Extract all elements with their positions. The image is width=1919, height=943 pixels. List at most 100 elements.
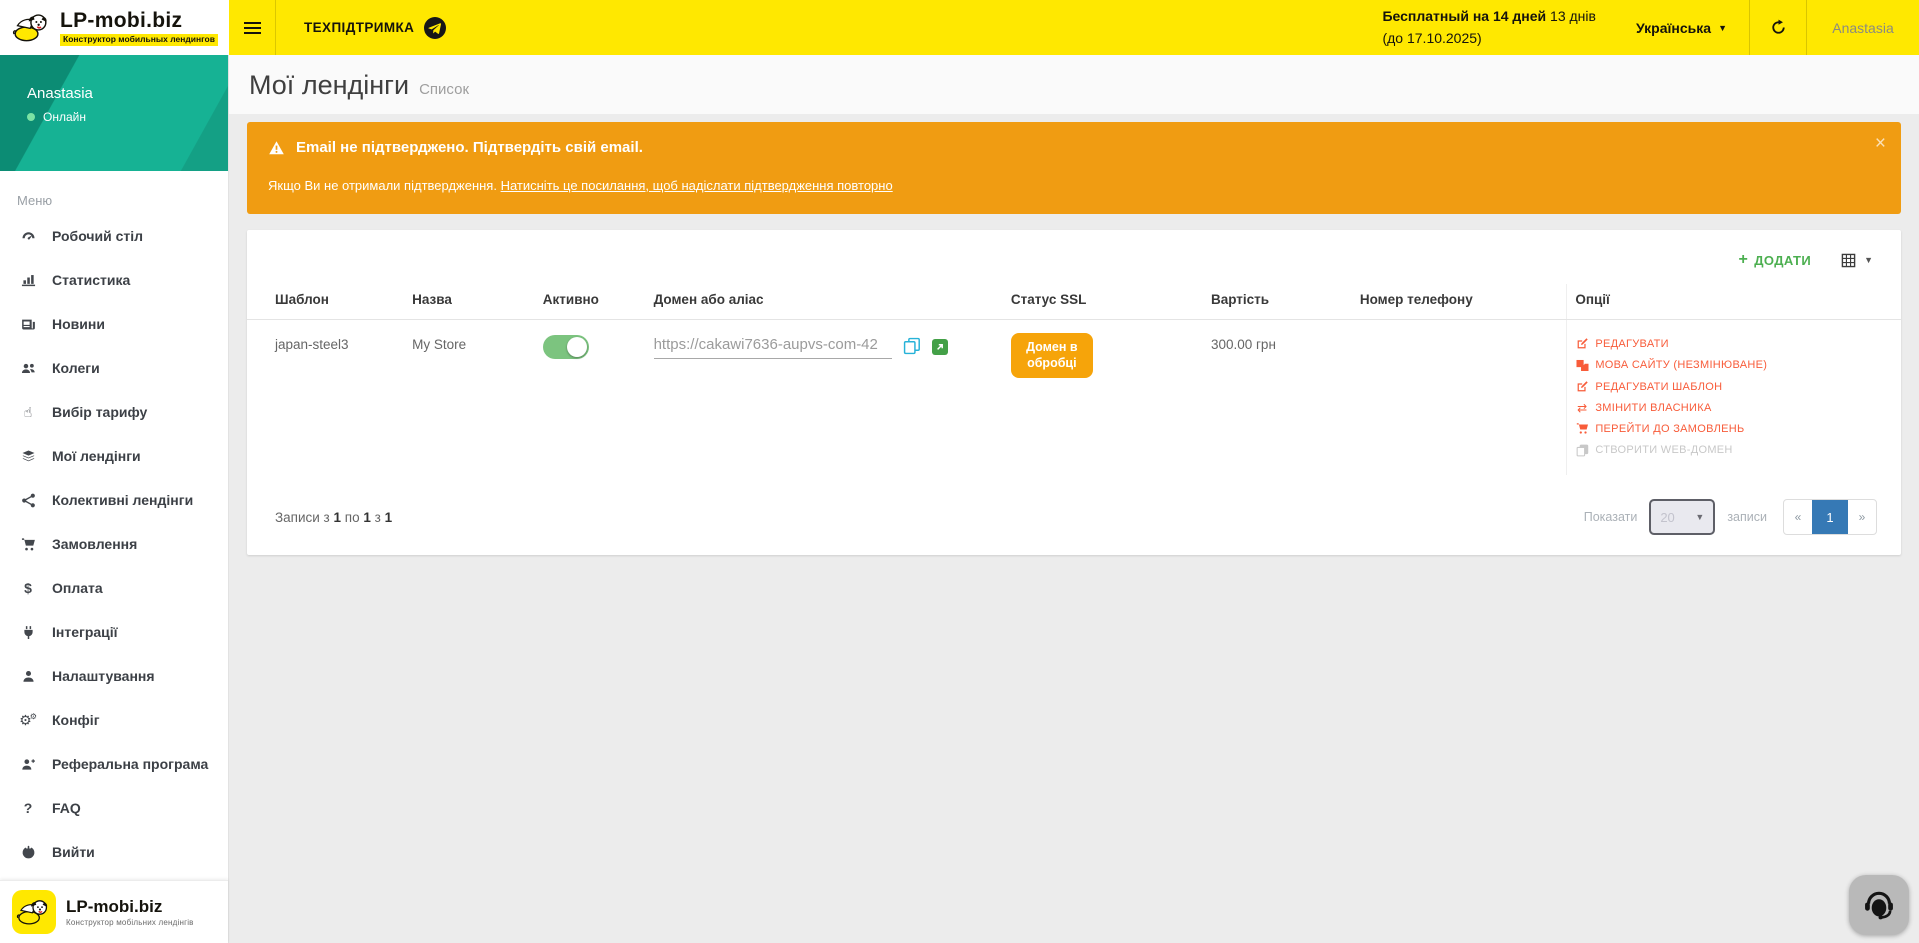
support-chat-button[interactable] bbox=[1849, 875, 1909, 935]
page-title: Мої лендінги bbox=[249, 70, 409, 100]
option-label: ПЕРЕЙТИ ДО ЗАМОВЛЕНЬ bbox=[1595, 423, 1744, 435]
faq-icon: ? bbox=[17, 801, 39, 815]
payment-icon: $ bbox=[17, 581, 39, 595]
records-summary: Записи з 1 по 1 з 1 bbox=[275, 510, 392, 525]
sidebar-user-name: Anastasia bbox=[27, 85, 228, 102]
page-size-select[interactable]: 20 ▼ bbox=[1649, 499, 1715, 535]
sidebar-item-label: Статистика bbox=[52, 272, 130, 288]
topbar-username[interactable]: Anastasia bbox=[1807, 20, 1919, 36]
email-warning-banner: Email не підтверджено. Підтвердіть свій … bbox=[247, 122, 1901, 214]
tariff-icon: ☝ bbox=[17, 405, 39, 419]
language-selector[interactable]: Українська ▼ bbox=[1614, 20, 1749, 36]
resend-confirmation-link[interactable]: Натисніть це посилання, щоб надіслати пі… bbox=[501, 178, 893, 193]
logout-icon bbox=[17, 845, 39, 860]
pager-page-1-button[interactable]: 1 bbox=[1812, 500, 1848, 534]
sidebar-item-label: Новини bbox=[52, 316, 105, 332]
add-landing-button[interactable]: + ДОДАТИ bbox=[1738, 252, 1811, 268]
column-header: Вартість bbox=[1203, 284, 1352, 320]
table-row: japan-steel3 My Store Домен в обробці 30… bbox=[247, 320, 1901, 476]
sidebar-item-dashboard[interactable]: Робочий стіл bbox=[0, 214, 228, 258]
sidebar-item-orders[interactable]: Замовлення bbox=[0, 522, 228, 566]
sidebar-item-news[interactable]: Новини bbox=[0, 302, 228, 346]
clone-icon bbox=[1575, 444, 1589, 457]
sidebar-item-label: Робочий стіл bbox=[52, 228, 143, 244]
sidebar-item-payment[interactable]: $ Оплата bbox=[0, 566, 228, 610]
topbar: LP-mobi.biz Конструктор мобильных лендин… bbox=[0, 0, 1919, 55]
chevron-down-icon: ▼ bbox=[1695, 512, 1704, 522]
sidebar-item-label: FAQ bbox=[52, 800, 81, 816]
sidebar-footer-brand[interactable]: LP-mobi.biz Конструктор мобільних лендін… bbox=[0, 880, 228, 943]
close-icon[interactable]: × bbox=[1875, 134, 1886, 153]
option-link[interactable]: ПЕРЕЙТИ ДО ЗАМОВЛЕНЬ bbox=[1575, 422, 1893, 435]
option-label: МОВА САЙТУ (НЕЗМІНЮВАНЕ) bbox=[1595, 359, 1767, 371]
option-link[interactable]: РЕДАГУВАТИ ШАБЛОН bbox=[1575, 380, 1893, 393]
sidebar-toggle-button[interactable] bbox=[229, 0, 276, 55]
column-header: Статус SSL bbox=[1003, 284, 1203, 320]
option-link[interactable]: РЕДАГУВАТИ bbox=[1575, 337, 1893, 350]
cell-price: 300.00 грн bbox=[1203, 320, 1352, 476]
alert-title-text: Email не підтверджено. Підтвердіть свій … bbox=[296, 139, 643, 156]
sidebar-item-config[interactable]: ⚙⚙ Конфіг bbox=[0, 698, 228, 742]
settings-icon bbox=[17, 669, 39, 684]
support-link[interactable]: ТЕХПІДТРИМКА bbox=[276, 0, 474, 55]
chevron-down-icon: ▼ bbox=[1718, 23, 1727, 33]
sidebar-item-label: Оплата bbox=[52, 580, 103, 596]
edit-icon bbox=[1575, 380, 1589, 393]
main-content: Мої лендінги Список Email не підтверджено… bbox=[229, 55, 1919, 943]
brand-logo[interactable]: LP-mobi.biz Конструктор мобильных лендин… bbox=[0, 0, 229, 55]
svg-text:я: я bbox=[1583, 365, 1586, 371]
landings-card: + ДОДАТИ ▼ ШаблонНазваАктивноДомен або а… bbox=[247, 230, 1901, 555]
column-header: Назва bbox=[404, 284, 535, 320]
language-icon: Aя bbox=[1575, 359, 1589, 372]
content-header: Мої лендінги Список bbox=[229, 55, 1919, 114]
sidebar-item-logout[interactable]: Вийти bbox=[0, 830, 228, 874]
config-icon: ⚙⚙ bbox=[17, 713, 39, 727]
footer-brand-title: LP-mobi.biz bbox=[66, 897, 194, 917]
sidebar-item-statistics[interactable]: Статистика bbox=[0, 258, 228, 302]
grid-icon bbox=[1841, 253, 1856, 268]
columns-dropdown-button[interactable]: ▼ bbox=[1841, 253, 1873, 268]
dashboard-icon bbox=[17, 229, 39, 244]
menu-label: Меню bbox=[0, 171, 228, 210]
stats-icon bbox=[17, 273, 39, 288]
sidebar-item-my-landings[interactable]: Мої лендінги bbox=[0, 434, 228, 478]
sidebar-item-collective[interactable]: Колективні лендінги bbox=[0, 478, 228, 522]
page-subtitle: Список bbox=[419, 81, 469, 98]
sidebar-item-colleagues[interactable]: Колеги bbox=[0, 346, 228, 390]
tariff-days-left: 13 днів bbox=[1550, 8, 1596, 24]
option-link[interactable]: ⇄ ЗМІНИТИ ВЛАСНИКА bbox=[1575, 402, 1893, 414]
sidebar-item-settings[interactable]: Налаштування bbox=[0, 654, 228, 698]
sidebar-item-tariff[interactable]: ☝ Вибір тарифу bbox=[0, 390, 228, 434]
open-link-icon[interactable] bbox=[932, 339, 948, 355]
tariff-info: Бесплатный на 14 дней 13 днів (до 17.10.… bbox=[1382, 6, 1614, 49]
cell-phone bbox=[1352, 320, 1567, 476]
tariff-until: (до 17.10.2025) bbox=[1382, 28, 1596, 50]
pager-next-button[interactable]: » bbox=[1848, 500, 1876, 534]
collective-icon bbox=[17, 493, 39, 508]
sidebar-item-label: Замовлення bbox=[52, 536, 137, 552]
pager-prev-button[interactable]: « bbox=[1784, 500, 1812, 534]
column-header: Домен або аліас bbox=[646, 284, 1003, 320]
cell-name: My Store bbox=[404, 320, 535, 476]
pagination: « 1 » bbox=[1783, 499, 1877, 535]
sidebar-item-integrations[interactable]: Інтеграції bbox=[0, 610, 228, 654]
active-toggle[interactable] bbox=[543, 335, 589, 359]
news-icon bbox=[17, 317, 39, 332]
alert-text-prefix: Якщо Ви не отримали підтвердження. bbox=[268, 178, 501, 193]
option-label: РЕДАГУВАТИ ШАБЛОН bbox=[1595, 381, 1722, 393]
option-link[interactable]: Aя МОВА САЙТУ (НЕЗМІНЮВАНЕ) bbox=[1575, 359, 1893, 372]
sidebar-item-faq[interactable]: ? FAQ bbox=[0, 786, 228, 830]
chevron-down-icon: ▼ bbox=[1864, 255, 1873, 265]
exchange-icon: ⇄ bbox=[1575, 402, 1589, 414]
sidebar-item-label: Вибір тарифу bbox=[52, 404, 147, 420]
sidebar-item-referral[interactable]: Реферальна програма bbox=[0, 742, 228, 786]
sidebar-item-label: Колеги bbox=[52, 360, 100, 376]
domain-input[interactable] bbox=[654, 333, 892, 359]
sidebar-user-panel: Anastasia Онлайн bbox=[0, 55, 228, 171]
refresh-button[interactable] bbox=[1750, 19, 1806, 36]
sidebar-item-label: Мої лендінги bbox=[52, 448, 141, 464]
edit-icon bbox=[1575, 337, 1589, 350]
copy-icon[interactable] bbox=[903, 337, 921, 355]
show-label: Показати bbox=[1584, 510, 1638, 524]
cart-icon bbox=[1575, 422, 1589, 435]
